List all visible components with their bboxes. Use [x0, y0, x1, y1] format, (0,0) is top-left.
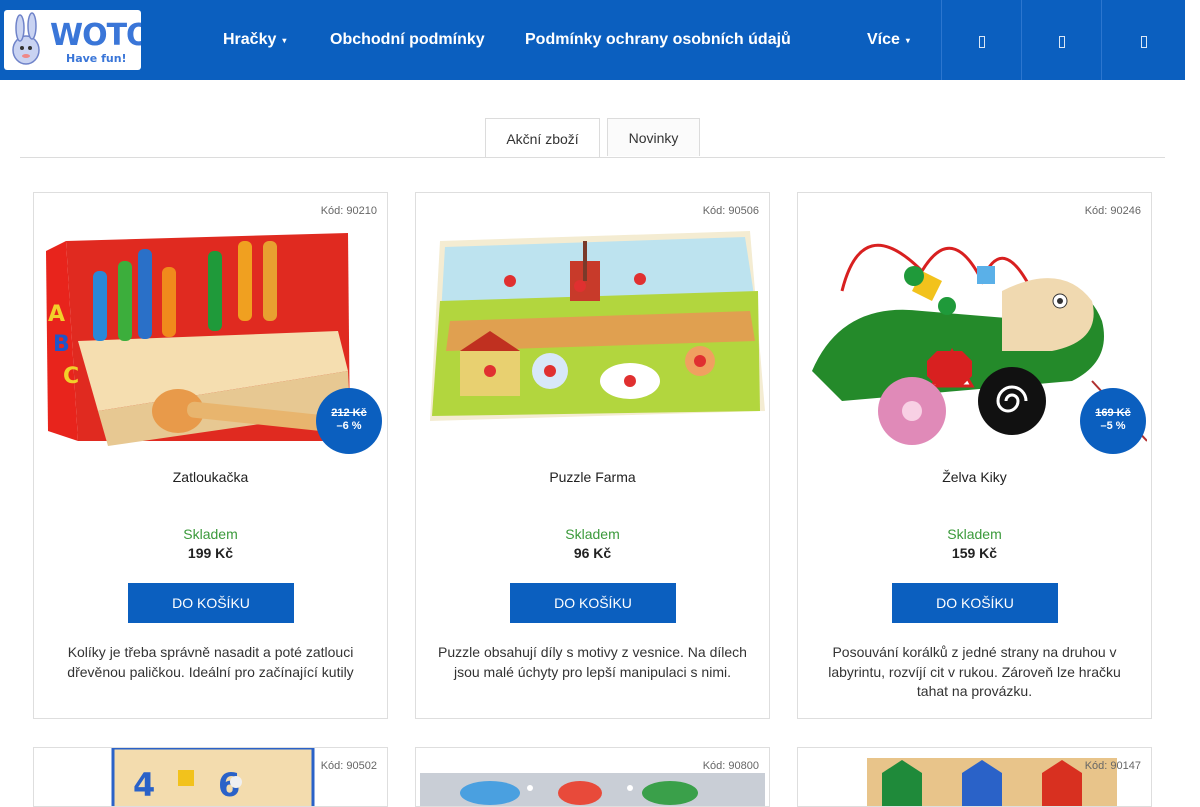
product-description: Puzzle obsahují díly s motivy z vesnice.…: [438, 644, 747, 680]
product-code: Kód: 90502: [320, 760, 377, 772]
logo-tagline: Have fun!: [66, 52, 127, 65]
product-card[interactable]: Kód: 90800: [415, 747, 770, 807]
product-price: 199 Kč: [187, 545, 234, 561]
product-code: Kód: 90147: [1084, 760, 1141, 772]
chevron-down-icon: ▾: [282, 36, 287, 45]
svg-text:B: B: [53, 332, 70, 357]
product-description: Kolíky je třeba správně nasadit a poté z…: [67, 644, 354, 680]
svg-text:C: C: [63, 364, 79, 389]
logo-word: WOTO: [50, 18, 141, 53]
product-image[interactable]: 4 6: [38, 748, 383, 806]
product-price: 96 Kč: [573, 545, 612, 561]
nav-hracky[interactable]: Hračky ▾: [223, 30, 286, 52]
product-name[interactable]: Želva Kiky: [798, 469, 1151, 485]
nav-ochrana-udaju[interactable]: Podmínky ochrany osobních údajů: [525, 30, 791, 50]
site-logo[interactable]: WOTO Have fun!: [4, 10, 141, 70]
cart-icon: [1140, 36, 1147, 48]
svg-text:4: 4: [133, 766, 155, 804]
nav-vice-label: Více: [867, 31, 900, 48]
add-to-cart-button[interactable]: DO KOŠÍKU: [892, 583, 1058, 623]
old-price: 169 Kč: [1095, 407, 1131, 419]
nav-obchodni-podminky[interactable]: Obchodní podmínky: [330, 30, 485, 50]
stock-status: Skladem: [565, 526, 620, 542]
product-description: Posouvání korálků z jedné strany na druh…: [828, 644, 1121, 699]
tab-novinky[interactable]: Novinky: [607, 118, 700, 156]
discount-percent: –5 %: [1100, 420, 1126, 432]
user-button[interactable]: [1021, 0, 1101, 80]
product-name[interactable]: Puzzle Farma: [416, 469, 769, 485]
tab-akcni-zbozi[interactable]: Akční zboží: [485, 118, 600, 158]
product-name[interactable]: Zatloukačka: [34, 469, 387, 485]
product-card[interactable]: Kód: 90210 A B C 212 Kč –6 % Zatloukačka…: [33, 192, 388, 719]
product-price: 159 Kč: [951, 545, 998, 561]
add-to-cart-button[interactable]: DO KOŠÍKU: [128, 583, 294, 623]
product-card[interactable]: 4 6 Kód: 90502: [33, 747, 388, 807]
tab-akcni-zbozi-label: Akční zboží: [506, 130, 579, 147]
product-image[interactable]: [420, 748, 765, 806]
product-image[interactable]: [802, 748, 1147, 806]
chevron-down-icon: ▾: [905, 36, 910, 45]
tabs-divider: [20, 157, 1165, 158]
tab-novinky-label: Novinky: [628, 129, 679, 146]
discount-percent: –6 %: [336, 420, 362, 432]
search-icon: [978, 36, 985, 48]
stock-status: Skladem: [183, 526, 238, 542]
search-button[interactable]: [941, 0, 1021, 80]
user-icon: [1058, 36, 1065, 48]
nav-hracky-label: Hračky: [223, 31, 277, 48]
stock-status: Skladem: [947, 526, 1002, 542]
discount-badge: 212 Kč –6 %: [316, 388, 382, 454]
old-price: 212 Kč: [331, 407, 367, 419]
product-card[interactable]: Kód: 90246 169 Kč –5 % Želva Kiky Sklade…: [797, 192, 1152, 719]
product-card[interactable]: Kód: 90506 Puzzle Farma Skladem 96 Kč DO…: [415, 192, 770, 719]
cart-button[interactable]: [1101, 0, 1185, 80]
discount-badge: 169 Kč –5 %: [1080, 388, 1146, 454]
product-code: Kód: 90800: [702, 760, 759, 772]
product-image-puzzle-farma[interactable]: [420, 211, 765, 456]
svg-text:A: A: [48, 302, 65, 327]
nav-ochrana-udaju-label: Podmínky ochrany osobních údajů: [525, 31, 791, 48]
nav-obchodni-podminky-label: Obchodní podmínky: [330, 31, 485, 48]
nav-vice[interactable]: Více ▾: [867, 30, 910, 52]
add-to-cart-button[interactable]: DO KOŠÍKU: [510, 583, 676, 623]
product-card[interactable]: Kód: 90147: [797, 747, 1152, 807]
site-header: WOTO Have fun! Hračky ▾ Obchodní podmínky…: [0, 0, 1185, 80]
